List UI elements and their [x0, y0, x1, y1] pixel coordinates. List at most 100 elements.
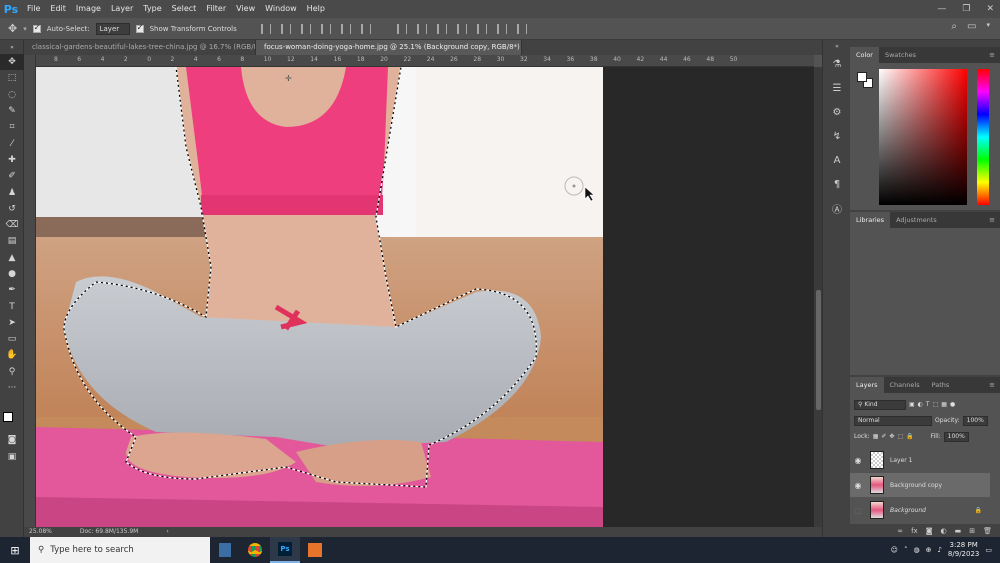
tab-channels[interactable]: Channels [884, 377, 926, 393]
tool-preset-chevron-icon[interactable]: ▾ [23, 25, 27, 33]
type-tool-icon[interactable]: T [0, 298, 24, 314]
menu-help[interactable]: Help [302, 0, 330, 18]
visibility-eye-icon[interactable]: ◉ [850, 481, 866, 490]
lock-transparent-icon[interactable]: ▦ [873, 433, 879, 440]
document-canvas[interactable]: ✛ [36, 67, 603, 527]
layer-row-background-copy[interactable]: ◉ Background copy [850, 473, 990, 497]
history-brush-tool-icon[interactable]: ↺ [0, 201, 24, 217]
quick-select-tool-icon[interactable]: ✎ [0, 103, 24, 119]
move-tool-icon[interactable]: ✥ [0, 54, 24, 71]
delete-layer-icon[interactable]: 🗑 [983, 527, 992, 535]
properties-icon[interactable]: ☰ [823, 76, 851, 100]
taskbar-search-box[interactable]: ⚲ Type here to search [30, 537, 210, 563]
tab-adjustments[interactable]: Adjustments [890, 212, 943, 228]
paragraph-icon[interactable]: ¶ [823, 172, 851, 196]
photoshop-app-icon[interactable]: Ps [270, 537, 300, 563]
filter-shape-icon[interactable]: ⬚ [933, 401, 939, 408]
panel-menu-icon[interactable]: ≡ [989, 216, 995, 224]
layer-style-icon[interactable]: fx [911, 527, 918, 535]
panel-collapse-icon[interactable]: » [0, 40, 24, 54]
chevron-up-icon[interactable]: ˄ [904, 546, 908, 554]
align-vcenter-icon[interactable] [280, 23, 291, 34]
windows-start-icon[interactable]: ⊞ [0, 537, 30, 563]
auto-select-checkbox[interactable] [32, 23, 41, 33]
fill-input[interactable]: 100% [943, 431, 969, 442]
restore-icon[interactable]: ❐ [962, 4, 970, 14]
align-right-icon[interactable] [360, 23, 371, 34]
glyphs-icon[interactable]: Ⓐ [823, 196, 851, 220]
move-tool-icon[interactable]: ✥ [8, 22, 17, 35]
align-bottom-icon[interactable] [300, 23, 311, 34]
blend-mode-dropdown[interactable]: Normal [854, 415, 932, 426]
crop-tool-icon[interactable]: ⌗ [0, 119, 24, 135]
volume-icon[interactable]: ♪ [937, 546, 941, 554]
tab-libraries[interactable]: Libraries [850, 212, 891, 228]
brush-tool-icon[interactable]: ✐ [0, 168, 24, 184]
recorder-app-icon[interactable] [300, 537, 330, 563]
close-icon[interactable]: ✕ [986, 4, 994, 14]
globe-icon[interactable]: ⊕ [926, 546, 932, 554]
more-tools-icon[interactable]: ··· [0, 380, 24, 396]
tab-paths[interactable]: Paths [926, 377, 956, 393]
layer-kind-dropdown[interactable]: ⚲ Kind [854, 399, 906, 410]
panel-foreground-color[interactable] [857, 72, 867, 82]
hand-tool-icon[interactable]: ✋ [0, 347, 24, 363]
color-picker-field[interactable] [879, 69, 967, 205]
lock-all-icon[interactable]: 🔒 [906, 433, 913, 440]
pen-tool-icon[interactable]: ✒ [0, 282, 24, 298]
visibility-off-icon[interactable]: ▢ [850, 506, 866, 515]
opacity-input[interactable]: 100% [962, 415, 988, 426]
add-mask-icon[interactable]: ◙ [926, 527, 933, 535]
filter-adjust-icon[interactable]: ◐ [918, 401, 923, 408]
adjustment-layer-icon[interactable]: ◐ [941, 527, 947, 535]
healing-tool-icon[interactable]: ✚ [0, 152, 24, 168]
distribute-left-icon[interactable] [456, 23, 467, 34]
foreground-color-swatch[interactable] [3, 412, 13, 422]
visibility-eye-icon[interactable]: ◉ [850, 456, 866, 465]
layer-row-layer-1[interactable]: ◉ Layer 1 [850, 448, 990, 472]
minimize-icon[interactable]: — [937, 4, 946, 14]
gradient-tool-icon[interactable]: ▤ [0, 233, 24, 249]
menu-window[interactable]: Window [260, 0, 302, 18]
distribute-bottom-icon[interactable] [436, 23, 447, 34]
search-icon[interactable]: ⌕ [951, 21, 957, 32]
lock-artboard-icon[interactable]: ⬚ [897, 433, 903, 440]
taskbar-clock[interactable]: 3:28 PM 8/9/2023 [948, 541, 979, 559]
blur-tool-icon[interactable]: ▲ [0, 250, 24, 266]
panel-collapse-icon[interactable]: « [823, 40, 851, 52]
align-hcenter-icon[interactable] [340, 23, 351, 34]
new-group-icon[interactable]: ▬ [955, 527, 962, 535]
ruler-vertical[interactable] [24, 55, 36, 527]
menu-type[interactable]: Type [138, 0, 166, 18]
marquee-tool-icon[interactable]: ⬚ [0, 70, 24, 86]
layer-row-background[interactable]: ▢ Background 🔒 [850, 498, 990, 522]
tab-color[interactable]: Color [850, 47, 879, 63]
menu-edit[interactable]: Edit [45, 0, 71, 18]
filter-toggle-icon[interactable]: ● [950, 401, 955, 408]
filter-type-icon[interactable]: T [926, 401, 930, 408]
adjust-icon[interactable]: ⚙ [823, 100, 851, 124]
network-icon[interactable]: ◍ [913, 546, 919, 554]
notifications-icon[interactable]: ▭ [985, 546, 992, 554]
link-layers-icon[interactable]: ∞ [897, 527, 903, 535]
zoom-level[interactable]: 25.08% [29, 527, 52, 537]
tab-swatches[interactable]: Swatches [879, 47, 922, 63]
lock-pixels-icon[interactable]: ✐ [881, 433, 886, 440]
menu-select[interactable]: Select [167, 0, 202, 18]
new-layer-icon[interactable]: ⊞ [969, 527, 975, 535]
tab-yoga-home[interactable]: focus-woman-doing-yoga-home.jpg @ 25.1% … [256, 40, 522, 55]
show-transform-checkbox[interactable] [135, 23, 144, 33]
menu-layer[interactable]: Layer [106, 0, 138, 18]
panel-menu-icon[interactable]: ≡ [989, 381, 995, 389]
auto-select-dropdown[interactable]: Layer [95, 22, 130, 35]
status-arrow-icon[interactable]: › [166, 527, 168, 537]
ruler-horizontal[interactable]: 8 6 4 2 0 2 4 6 8 10 12 14 16 18 20 22 24 26 28 30 32 34 36 38 4… [36, 55, 814, 67]
vertical-scrollbar-thumb[interactable] [816, 290, 821, 410]
align-left-icon[interactable] [320, 23, 331, 34]
distribute-vcenter-icon[interactable] [416, 23, 427, 34]
menu-filter[interactable]: Filter [201, 0, 231, 18]
glyph-icon[interactable]: ↯ [823, 124, 851, 148]
tab-layers[interactable]: Layers [850, 377, 884, 393]
workspace-icon[interactable]: ▭ [967, 21, 976, 32]
eyedropper-tool-icon[interactable]: ⁄ [0, 135, 24, 151]
